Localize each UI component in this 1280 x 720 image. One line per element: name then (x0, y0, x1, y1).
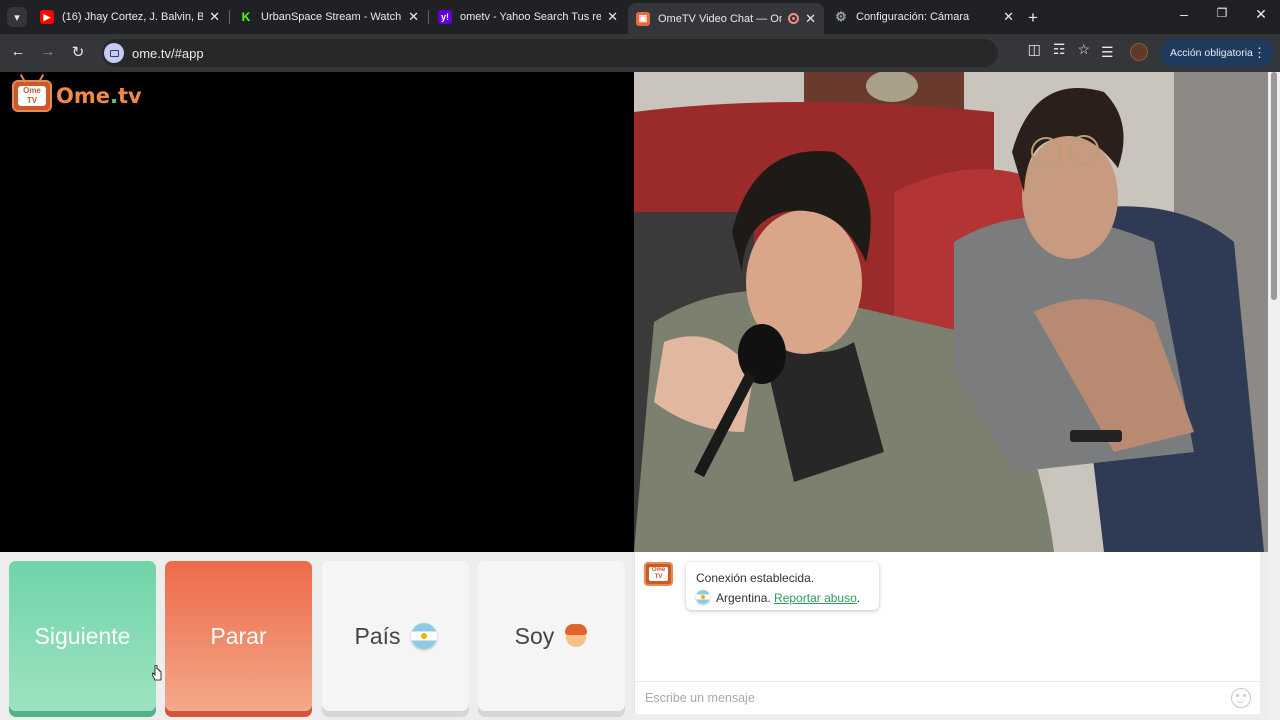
logo-tld: tv (117, 84, 142, 108)
close-icon[interactable]: ✕ (805, 11, 816, 27)
tab-title: ometv - Yahoo Search Tus resul (460, 11, 602, 23)
tab-yahoo[interactable]: y! ometv - Yahoo Search Tus resul ✕ (430, 5, 626, 29)
tab-search-button[interactable]: ▾ (7, 7, 27, 27)
gender-button[interactable]: Soy (478, 561, 625, 711)
action-required-label: Acción obligatoria (1170, 47, 1253, 59)
chat-panel: Ome TV Conexión establecida. Argentina. … (634, 552, 1261, 714)
ometv-page: Ome TV Ome.tv Siguiente Parar País Soy O… (0, 72, 1280, 720)
tab-strip: ▾ ▶ (16) Jhay Cortez, J. Balvin, Bad B ✕… (0, 0, 1280, 34)
tab-youtube[interactable]: ▶ (16) Jhay Cortez, J. Balvin, Bad B ✕ (32, 5, 228, 29)
close-icon[interactable]: ✕ (408, 9, 419, 25)
tab-separator (229, 10, 230, 24)
forward-icon[interactable]: → (38, 43, 58, 60)
scroll-thumb[interactable] (1271, 72, 1277, 300)
country-label: País (354, 622, 401, 649)
logo-main: Ome (56, 84, 110, 108)
tab-title: OmeTV Video Chat — Ome (658, 12, 783, 25)
logo-badge-text: Ome TV (18, 86, 46, 106)
back-icon[interactable]: ← (8, 43, 28, 60)
close-icon[interactable]: ✕ (607, 9, 618, 25)
control-panel: Siguiente Parar País Soy (0, 552, 634, 720)
close-icon[interactable]: ✕ (209, 9, 220, 25)
connection-status: Conexión establecida. (696, 571, 815, 585)
gender-label: Soy (514, 622, 555, 649)
local-video: Ome TV Ome.tv (0, 72, 634, 552)
message-input[interactable] (645, 691, 1205, 705)
argentina-flag-icon (410, 623, 437, 649)
tab-title: Configuración: Cámara (856, 11, 970, 23)
page-scrollbar[interactable] (1268, 72, 1280, 720)
gear-icon: ⚙ (835, 9, 847, 24)
address-bar[interactable]: ome.tv/#app ◫ ☶ ☆ (102, 39, 1090, 67)
remote-video (634, 72, 1268, 552)
url-text[interactable]: ome.tv/#app (132, 46, 204, 61)
logo-text: Ome.tv (56, 84, 142, 108)
reload-icon[interactable]: ↻ (68, 43, 88, 61)
report-abuse-link[interactable]: Reportar abuso (774, 591, 857, 605)
new-tab-button[interactable]: + (1028, 8, 1038, 28)
recording-icon (788, 13, 800, 24)
next-label: Siguiente (34, 622, 131, 649)
boy-avatar-icon (564, 623, 588, 649)
profile-avatar[interactable] (1130, 43, 1148, 61)
yahoo-icon: y! (438, 10, 452, 24)
ometv-logo[interactable]: Ome TV Ome.tv (12, 80, 142, 112)
menu-dots-icon[interactable]: ⋮ (1253, 45, 1266, 61)
country-line: Argentina. Reportar abuso. (696, 588, 869, 608)
browser-toolbar: ← → ↻ ome.tv/#app ◫ ☶ ☆ ☰ Acción obligat… (0, 34, 1280, 72)
country-name: Argentina. (716, 591, 771, 605)
argentina-flag-icon (696, 590, 710, 604)
remote-video-feed (634, 72, 1268, 552)
tab-settings-camera[interactable]: ⚙ Configuración: Cámara ✕ (826, 5, 1022, 29)
logo-dot: . (109, 84, 118, 108)
close-icon[interactable]: ✕ (1003, 9, 1014, 25)
chat-logo-text: Ome TV (649, 567, 668, 581)
tab-separator (428, 10, 429, 24)
mouse-cursor-icon (152, 665, 162, 681)
country-button[interactable]: País (322, 561, 469, 711)
site-info-icon[interactable] (104, 43, 124, 63)
window-close-icon[interactable]: ✕ (1251, 6, 1271, 23)
stop-label: Parar (210, 622, 267, 649)
minimize-icon[interactable]: – (1174, 6, 1194, 22)
report-suffix: . (856, 591, 861, 605)
ometv-icon: ▣ (636, 11, 650, 26)
tv-logo-icon: Ome TV (12, 80, 52, 112)
system-message: Conexión establecida. Argentina. Reporta… (686, 562, 879, 610)
translate-icon[interactable]: ☶ (1053, 41, 1066, 58)
next-button[interactable]: Siguiente (9, 561, 156, 711)
emoji-icon[interactable] (1231, 688, 1251, 708)
youtube-icon: ▶ (40, 10, 54, 24)
tab-title: UrbanSpace Stream - Watch Liv (261, 11, 402, 23)
tab-title: (16) Jhay Cortez, J. Balvin, Bad B (62, 11, 204, 23)
maximize-icon[interactable]: ❐ (1212, 6, 1232, 20)
kick-icon: K (239, 10, 253, 24)
stop-button[interactable]: Parar (165, 561, 312, 711)
bookmark-star-icon[interactable]: ☆ (1077, 41, 1090, 58)
tab-ometv[interactable]: ▣ OmeTV Video Chat — Ome ✕ (628, 3, 824, 34)
ometv-chat-icon: Ome TV (644, 562, 673, 586)
media-controls-icon[interactable]: ☰ (1101, 44, 1114, 61)
chat-input-bar (635, 681, 1261, 714)
action-required-button[interactable]: Acción obligatoria ⋮ (1160, 39, 1274, 67)
phone (1070, 430, 1122, 442)
tab-urbanspace[interactable]: K UrbanSpace Stream - Watch Liv ✕ (231, 5, 427, 29)
install-app-icon[interactable]: ◫ (1028, 41, 1041, 58)
